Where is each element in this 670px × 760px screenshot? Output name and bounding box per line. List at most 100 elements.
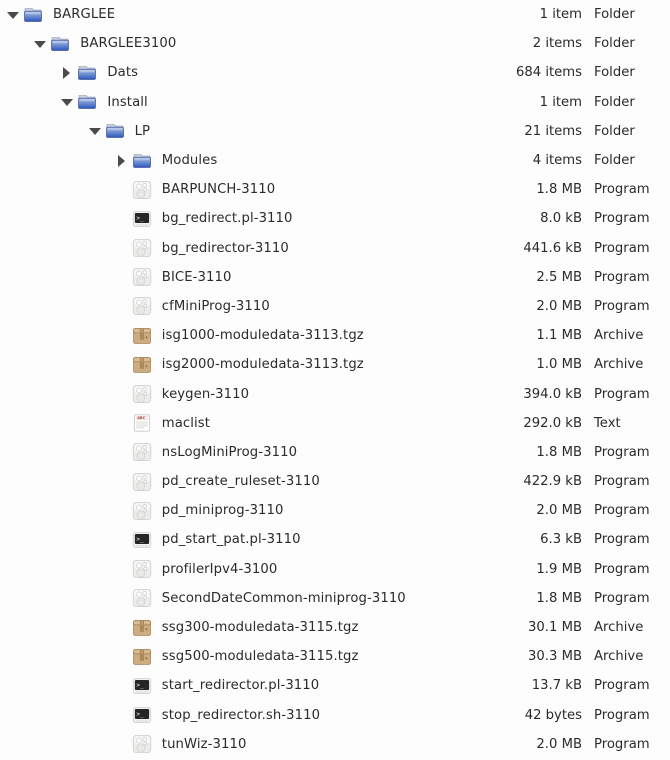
item-name-label: SecondDateCommon-miniprog-3110: [161, 590, 406, 606]
svg-text:ABC: ABC: [137, 416, 145, 420]
expander-expand-icon[interactable]: [113, 152, 131, 170]
item-name-label: bg_redirect.pl-3110: [161, 211, 293, 227]
table-row[interactable]: >_ bg_redirect.pl-3110 8.0 kB Program: [0, 204, 670, 233]
table-row[interactable]: ssg300-moduledata-3115.tgz 30.1 MB Archive: [0, 613, 670, 642]
svg-text:>_: >_: [136, 215, 144, 222]
item-type-label: Program: [594, 590, 650, 606]
svg-text:>_: >_: [136, 536, 144, 543]
table-row[interactable]: >_ pd_start_pat.pl-3110 6.3 kB Program: [0, 525, 670, 554]
table-row[interactable]: keygen-3110 394.0 kB Program: [0, 379, 670, 408]
item-name-label: cfMiniProg-3110: [161, 298, 270, 314]
item-size-label: 21 items: [524, 123, 582, 139]
expander-placeholder: [113, 297, 131, 315]
item-size-label: 1.8 MB: [536, 444, 582, 460]
item-size-label: 2.0 MB: [536, 503, 582, 519]
expander-expand-icon[interactable]: [58, 64, 76, 82]
table-row[interactable]: BICE-3110 2.5 MB Program: [0, 263, 670, 292]
item-name-label: BARGLEE: [53, 7, 116, 23]
expander-placeholder: [113, 706, 131, 724]
item-name-label: Install: [107, 94, 148, 110]
program-icon: [131, 383, 153, 405]
item-type-label: Folder: [594, 65, 635, 81]
item-size-label: 6.3 kB: [540, 532, 582, 548]
item-name-label: bg_redirector-3110: [161, 240, 289, 256]
item-type-label: Archive: [594, 357, 644, 373]
program-icon: [131, 500, 153, 522]
item-size-label: 2 items: [532, 36, 582, 52]
expander-collapse-icon[interactable]: [4, 6, 22, 24]
table-row[interactable]: tunWiz-3110 2.0 MB Program: [0, 730, 670, 759]
name-cell: SecondDateCommon-miniprog-3110: [0, 587, 462, 609]
name-cell: isg2000-moduledata-3113.tgz: [0, 354, 462, 376]
item-name-label: stop_redirector.sh-3110: [161, 707, 321, 723]
item-type-label: Program: [594, 444, 650, 460]
name-cell: >_ bg_redirect.pl-3110: [0, 208, 462, 230]
item-size-label: 2.5 MB: [536, 269, 582, 285]
table-row[interactable]: LP 21 items Folder: [0, 117, 670, 146]
table-row[interactable]: BARGLEE 1 item Folder: [0, 0, 670, 29]
table-row[interactable]: isg2000-moduledata-3113.tgz 1.0 MB Archive: [0, 350, 670, 379]
svg-text:>_: >_: [136, 711, 144, 718]
item-size-label: 30.3 MB: [528, 649, 582, 665]
table-row[interactable]: ssg500-moduledata-3115.tgz 30.3 MB Archive: [0, 642, 670, 671]
item-size-label: 1 item: [539, 7, 582, 23]
table-row[interactable]: Dats 684 items Folder: [0, 58, 670, 87]
table-row[interactable]: Modules 4 items Folder: [0, 146, 670, 175]
item-name-label: BARGLEE3100: [80, 36, 177, 52]
item-size-label: 684 items: [515, 65, 582, 81]
item-size-label: 422.9 kB: [523, 474, 582, 490]
script-icon: >_: [131, 208, 153, 230]
table-row[interactable]: >_ start_redirector.pl-3110 13.7 kB Program: [0, 671, 670, 700]
item-type-label: Folder: [594, 7, 635, 23]
item-size-label: 2.0 MB: [536, 736, 582, 752]
name-cell: ABC maclist: [0, 412, 462, 434]
item-type-label: Text: [594, 415, 621, 431]
expander-collapse-icon[interactable]: [58, 93, 76, 111]
item-type-label: Program: [594, 707, 650, 723]
table-row[interactable]: pd_create_ruleset-3110 422.9 kB Program: [0, 467, 670, 496]
item-type-label: Program: [594, 503, 650, 519]
table-row[interactable]: BARPUNCH-3110 1.8 MB Program: [0, 175, 670, 204]
program-icon: [131, 237, 153, 259]
program-icon: [131, 558, 153, 580]
table-row[interactable]: nsLogMiniProg-3110 1.8 MB Program: [0, 438, 670, 467]
item-type-label: Program: [594, 211, 650, 227]
item-type-label: Program: [594, 561, 650, 577]
name-cell: keygen-3110: [0, 383, 462, 405]
name-cell: Dats: [0, 62, 462, 84]
table-row[interactable]: ABC maclist 292.0 kB Text: [0, 409, 670, 438]
archive-icon: [131, 354, 153, 376]
program-icon: [131, 587, 153, 609]
table-row[interactable]: >_ stop_redirector.sh-3110 42 bytes Program: [0, 701, 670, 730]
item-name-label: BICE-3110: [161, 269, 232, 285]
item-name-label: LP: [134, 123, 151, 139]
table-row[interactable]: isg1000-moduledata-3113.tgz 1.1 MB Archive: [0, 321, 670, 350]
table-row[interactable]: Install 1 item Folder: [0, 88, 670, 117]
table-row[interactable]: SecondDateCommon-miniprog-3110 1.8 MB Prog…: [0, 584, 670, 613]
item-name-label: BARPUNCH-3110: [161, 182, 276, 198]
item-type-label: Folder: [594, 123, 635, 139]
name-cell: tunWiz-3110: [0, 733, 462, 755]
name-cell: bg_redirector-3110: [0, 237, 462, 259]
name-cell: ssg300-moduledata-3115.tgz: [0, 617, 462, 639]
expander-placeholder: [113, 735, 131, 753]
expander-placeholder: [113, 531, 131, 549]
file-tree-list[interactable]: BARGLEE 1 item Folder BARGLEE3100 2 items Fol…: [0, 0, 670, 759]
name-cell: BARGLEE3100: [0, 33, 462, 55]
table-row[interactable]: cfMiniProg-3110 2.0 MB Program: [0, 292, 670, 321]
expander-collapse-icon[interactable]: [31, 35, 49, 53]
folder-icon: [131, 150, 153, 172]
folder-icon: [76, 91, 98, 113]
item-name-label: profilerIpv4-3100: [161, 561, 278, 577]
table-row[interactable]: profilerIpv4-3100 1.9 MB Program: [0, 555, 670, 584]
item-name-label: isg1000-moduledata-3113.tgz: [161, 328, 364, 344]
table-row[interactable]: BARGLEE3100 2 items Folder: [0, 29, 670, 58]
table-row[interactable]: pd_miniprog-3110 2.0 MB Program: [0, 496, 670, 525]
item-size-label: 42 bytes: [524, 707, 582, 723]
table-row[interactable]: bg_redirector-3110 441.6 kB Program: [0, 234, 670, 263]
item-size-label: 1.1 MB: [536, 328, 582, 344]
item-name-label: isg2000-moduledata-3113.tgz: [161, 357, 364, 373]
expander-collapse-icon[interactable]: [86, 122, 104, 140]
item-name-label: pd_start_pat.pl-3110: [161, 532, 301, 548]
folder-icon: [22, 4, 44, 26]
